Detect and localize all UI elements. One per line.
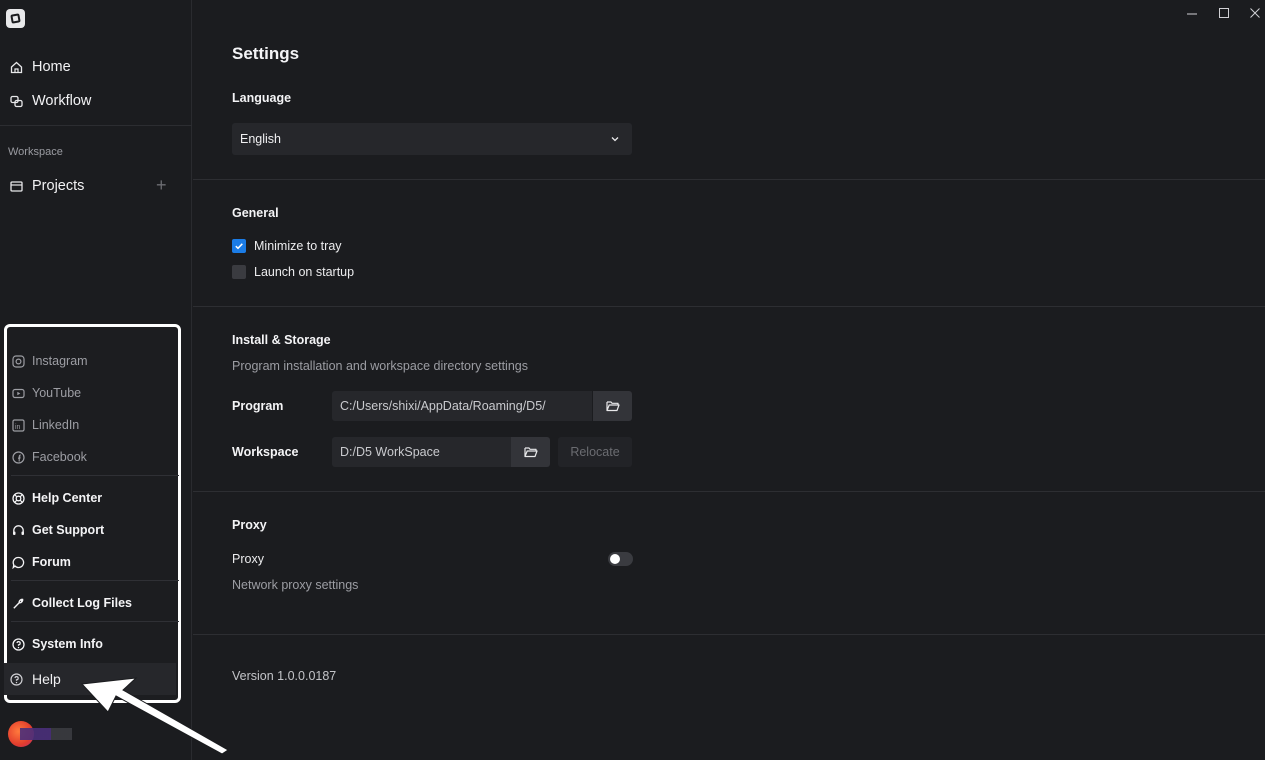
menu-item-get-support[interactable]: Get Support [10, 517, 175, 543]
program-browse-button[interactable] [593, 391, 632, 421]
divider [11, 580, 179, 581]
general-section-title: General [232, 206, 279, 220]
sidebar: Home Workflow Workspace Projects + Insta… [0, 0, 229, 760]
headset-icon [11, 523, 25, 537]
minimize-to-tray-label: Minimize to tray [254, 239, 342, 253]
question-circle-icon [11, 637, 25, 651]
menu-item-label: LinkedIn [32, 418, 80, 432]
proxy-description: Network proxy settings [232, 578, 359, 592]
proxy-toggle[interactable] [608, 552, 633, 566]
instagram-icon [11, 354, 25, 368]
workspace-label: Workspace [232, 445, 299, 459]
minimize-to-tray-checkbox[interactable] [232, 239, 246, 253]
menu-item-system-info[interactable]: System Info [10, 631, 175, 657]
settings-panel: Settings Language English General Minimi… [193, 0, 1265, 760]
workspace-path-field[interactable]: D:/D5 WorkSpace [332, 437, 511, 467]
minimize-to-tray-option: Minimize to tray [232, 239, 342, 253]
relocate-button[interactable]: Relocate [558, 437, 632, 467]
projects-icon [9, 179, 23, 193]
divider [11, 475, 179, 476]
menu-item-collect-log-files[interactable]: Collect Log Files [10, 590, 175, 616]
menu-item-facebook[interactable]: Facebook [10, 444, 175, 470]
toggle-knob [610, 554, 620, 564]
facebook-icon [11, 450, 25, 464]
folder-open-icon [605, 401, 620, 412]
lifebuoy-icon [11, 491, 25, 505]
question-circle-icon [9, 672, 23, 686]
sidebar-item-workflow[interactable]: Workflow [0, 86, 192, 116]
menu-item-label: Collect Log Files [32, 596, 133, 610]
menu-item-youtube[interactable]: YouTube [10, 380, 175, 406]
divider [193, 179, 1265, 180]
program-path-field[interactable]: C:/Users/shixi/AppData/Roaming/D5/ [332, 391, 592, 421]
menu-item-label: Help Center [32, 491, 103, 505]
version-text: Version 1.0.0.0187 [232, 669, 337, 683]
page-title: Settings [232, 44, 300, 63]
app-logo-icon[interactable] [6, 9, 25, 28]
launch-on-startup-option: Launch on startup [232, 265, 354, 279]
sidebar-item-label: Home [32, 59, 71, 75]
language-select[interactable]: English [232, 123, 632, 155]
folder-open-icon [523, 447, 538, 458]
menu-item-label: Get Support [32, 523, 105, 537]
divider [0, 125, 192, 126]
home-icon [9, 60, 23, 74]
menu-item-linkedin[interactable]: in LinkedIn [10, 412, 175, 438]
divider [193, 634, 1265, 635]
youtube-icon [11, 386, 25, 400]
launch-on-startup-checkbox[interactable] [232, 265, 246, 279]
sidebar-item-label: Workflow [32, 93, 92, 109]
language-section-title: Language [232, 91, 292, 105]
divider [193, 491, 1265, 492]
install-storage-section-title: Install & Storage [232, 333, 331, 347]
proxy-label: Proxy [232, 552, 264, 566]
wrench-icon [11, 596, 25, 610]
sidebar-item-label: Help [32, 671, 61, 687]
menu-item-label: Forum [32, 555, 71, 569]
menu-item-label: YouTube [32, 386, 82, 400]
workspace-section-label: Workspace [8, 146, 63, 158]
menu-item-label: System Info [32, 637, 103, 651]
sidebar-item-home[interactable]: Home [0, 52, 192, 82]
menu-item-instagram[interactable]: Instagram [10, 348, 175, 374]
sidebar-item-label: Projects [32, 178, 85, 194]
linkedin-icon: in [11, 418, 25, 432]
menu-item-label: Facebook [32, 450, 87, 464]
chevron-down-icon [610, 133, 620, 147]
checkmark-icon [235, 243, 243, 250]
proxy-section-title: Proxy [232, 518, 267, 532]
menu-item-help-center[interactable]: Help Center [10, 485, 175, 511]
launch-on-startup-label: Launch on startup [254, 265, 355, 279]
install-storage-description: Program installation and workspace direc… [232, 359, 528, 373]
language-select-value: English [240, 132, 281, 146]
divider [11, 621, 179, 622]
menu-item-forum[interactable]: Forum [10, 549, 175, 575]
user-name-redacted [20, 728, 72, 740]
chat-icon [11, 555, 25, 569]
workflow-icon [9, 94, 23, 108]
menu-item-label: Instagram [32, 354, 88, 368]
add-project-button[interactable]: + [156, 176, 167, 194]
help-popover-menu: Instagram YouTube in LinkedIn Facebook H… [4, 324, 181, 703]
workspace-browse-button[interactable] [511, 437, 550, 467]
svg-text:in: in [15, 424, 21, 431]
program-label: Program [232, 399, 284, 413]
divider [193, 306, 1265, 307]
